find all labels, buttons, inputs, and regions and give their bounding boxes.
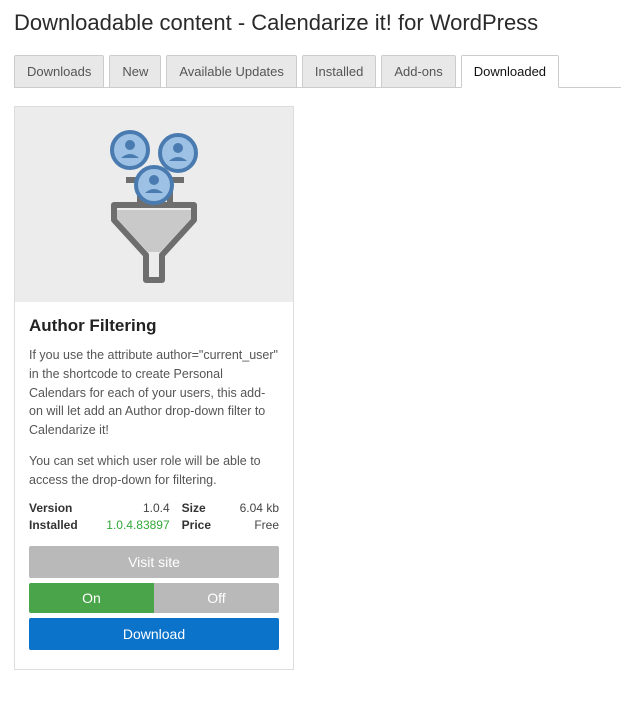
- addon-description-2: You can set which user role will be able…: [29, 452, 279, 490]
- installed-value: 1.0.4.83897: [92, 518, 182, 532]
- size-value: 6.04 kb: [225, 501, 279, 515]
- page-title: Downloadable content - Calendarize it! f…: [14, 10, 621, 36]
- tab-downloads[interactable]: Downloads: [14, 55, 104, 88]
- price-value: Free: [225, 518, 279, 532]
- download-button[interactable]: Download: [29, 618, 279, 650]
- installed-label: Installed: [29, 518, 92, 532]
- addon-image: [15, 107, 293, 302]
- tab-installed[interactable]: Installed: [302, 55, 376, 88]
- version-label: Version: [29, 501, 92, 515]
- size-label: Size: [182, 501, 226, 515]
- addon-meta: Version 1.0.4 Size 6.04 kb Installed 1.0…: [29, 501, 279, 532]
- tabs: Downloads New Available Updates Installe…: [14, 54, 621, 88]
- card-body: Author Filtering If you use the attribut…: [15, 302, 293, 669]
- addon-description-1: If you use the attribute author="current…: [29, 346, 279, 440]
- tab-available-updates[interactable]: Available Updates: [166, 55, 297, 88]
- on-button[interactable]: On: [29, 583, 154, 613]
- content: Author Filtering If you use the attribut…: [14, 88, 621, 670]
- tab-add-ons[interactable]: Add-ons: [381, 55, 455, 88]
- addon-title: Author Filtering: [29, 316, 279, 336]
- price-label: Price: [182, 518, 226, 532]
- tab-new[interactable]: New: [109, 55, 161, 88]
- funnel-users-icon: [84, 125, 224, 285]
- toggle-row: On Off: [29, 583, 279, 613]
- addon-card: Author Filtering If you use the attribut…: [14, 106, 294, 670]
- visit-site-button[interactable]: Visit site: [29, 546, 279, 578]
- version-value: 1.0.4: [92, 501, 182, 515]
- tab-downloaded[interactable]: Downloaded: [461, 55, 559, 88]
- off-button[interactable]: Off: [154, 583, 279, 613]
